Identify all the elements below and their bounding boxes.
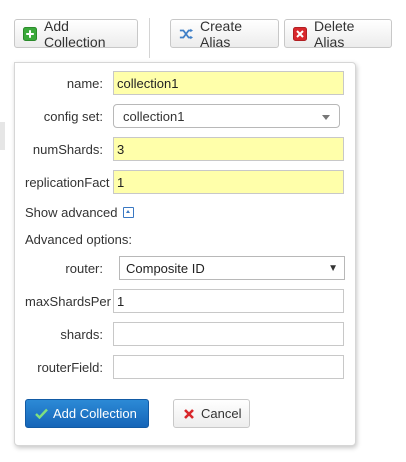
router-select[interactable]: Composite ID ▼ [119,256,345,280]
delete-alias-label: Delete Alias [314,17,355,50]
dropdown-arrow-icon: ▼ [328,263,338,274]
max-shards-row: maxShardsPer [15,289,355,315]
router-field-row: routerField: [15,355,355,381]
show-advanced-label: Show advanced [25,205,118,220]
add-collection-button[interactable]: Add Collection [14,17,138,50]
x-square-icon [293,26,307,41]
create-alias-button[interactable]: Create Alias [170,17,279,50]
create-alias-label: Create Alias [200,17,243,50]
shards-label: shards: [60,327,103,342]
checkmark-icon [35,408,48,419]
add-collection-label: Add Collection [44,17,106,50]
config-set-label: config set: [43,109,103,124]
submit-add-collection-button[interactable]: Add Collection [25,399,149,428]
router-row: router: Composite ID ▼ [15,256,355,282]
name-input[interactable] [113,71,344,95]
show-advanced-toggle[interactable]: Show advanced [25,205,134,220]
name-label: name: [66,76,103,91]
router-field-input[interactable] [113,355,344,379]
numshards-row: numShards: [15,137,355,163]
plus-square-icon [23,26,37,41]
router-value: Composite ID [126,260,205,276]
config-set-select[interactable]: collection1 [113,104,340,128]
max-shards-label: maxShardsPer [25,294,111,309]
replication-factor-input[interactable] [113,170,344,194]
config-set-row: config set: collection1 [15,104,355,130]
toolbar-separator [149,18,150,58]
config-set-value: collection1 [123,108,185,124]
submit-label: Add Collection [53,406,137,421]
max-shards-input[interactable] [113,289,344,313]
advanced-options-heading: Advanced options: [25,232,132,247]
cancel-label: Cancel [201,406,242,421]
background-edge [0,122,5,150]
router-label: router: [65,261,103,276]
chevron-up-square-icon [122,207,134,218]
shuffle-arrows-icon [179,27,193,41]
numshards-label: numShards: [32,142,103,157]
numshards-input[interactable] [113,137,344,161]
x-icon [183,408,195,420]
add-collection-panel: name: config set: collection1 numShards:… [14,62,356,446]
shards-input[interactable] [113,322,344,346]
replication-factor-label: replicationFact [25,175,110,190]
name-row: name: [15,71,355,97]
delete-alias-button[interactable]: Delete Alias [284,17,392,50]
shards-row: shards: [15,322,355,348]
replication-factor-row: replicationFact [15,170,355,196]
router-field-label: routerField: [37,360,103,375]
dropdown-caret-icon [322,115,330,120]
cancel-button[interactable]: Cancel [173,399,250,428]
